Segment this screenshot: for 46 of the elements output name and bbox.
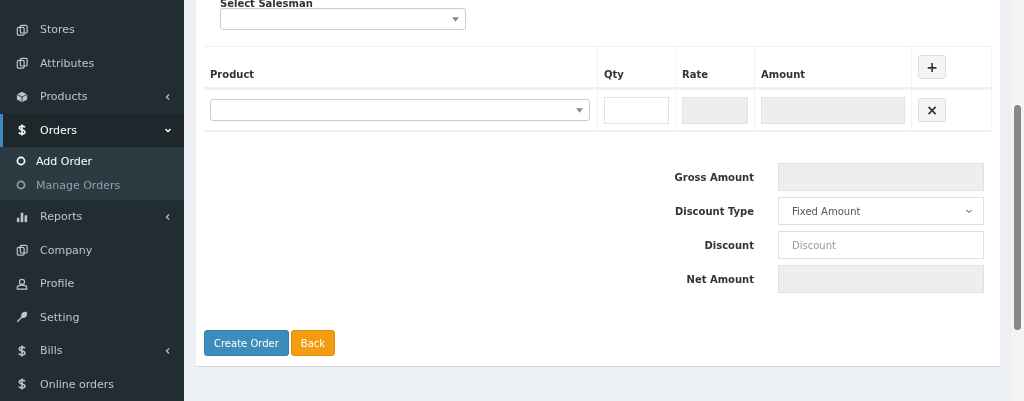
dollar-icon xyxy=(16,344,28,357)
field-label: Net Amount xyxy=(685,273,754,285)
submenu-item[interactable]: Add Order xyxy=(0,149,184,173)
sidebar-item[interactable]: Company xyxy=(0,233,184,267)
sidebar-item[interactable]: Attributes xyxy=(0,46,184,80)
sidebar-item[interactable]: Reports xyxy=(0,200,184,234)
bar-chart-icon xyxy=(16,210,28,223)
column-header: Rate xyxy=(682,69,708,80)
sidebar-item[interactable]: Bills xyxy=(0,334,184,368)
field-label: Gross Amount xyxy=(673,171,754,183)
salesman-select[interactable] xyxy=(220,8,466,30)
create-order-button[interactable]: Create Order xyxy=(204,330,289,356)
scrollbar-thumb[interactable] xyxy=(1014,105,1021,330)
submenu-item[interactable]: Manage Orders xyxy=(0,173,184,197)
column-header: Qty xyxy=(604,69,624,80)
column-header: Product xyxy=(210,69,255,80)
sidebar-item[interactable]: Setting xyxy=(0,300,184,334)
add-row-button[interactable]: + xyxy=(918,55,946,79)
sidebar-item[interactable]: Orders xyxy=(0,113,184,147)
user-icon xyxy=(16,277,28,290)
field-label: Discount Type xyxy=(673,205,754,217)
discount-input[interactable]: Discount xyxy=(778,231,984,259)
copy-icon xyxy=(16,57,28,70)
dollar-icon xyxy=(16,378,28,391)
cube-icon xyxy=(16,90,28,103)
sidebar-item[interactable]: Products xyxy=(0,80,184,114)
column-header: Amount xyxy=(761,69,806,80)
scrollbar[interactable] xyxy=(1012,0,1024,401)
discount-type-select[interactable]: Fixed Amount xyxy=(778,197,984,225)
circle-icon xyxy=(16,156,26,166)
copy-icon xyxy=(16,244,28,257)
copy-icon xyxy=(16,23,28,36)
circle-icon xyxy=(16,180,26,190)
qty-input[interactable] xyxy=(604,96,669,124)
sidebar-item[interactable]: Online orders xyxy=(0,367,184,401)
remove-row-button[interactable]: × xyxy=(918,98,946,122)
sidebar-item[interactable]: Profile xyxy=(0,267,184,301)
field-label: Discount xyxy=(703,239,754,251)
dropdown-arrow-icon xyxy=(576,107,583,113)
dollar-icon xyxy=(16,124,28,137)
product-select[interactable] xyxy=(210,99,590,121)
sidebar-item[interactable]: Stores xyxy=(0,13,184,47)
dropdown-arrow-icon xyxy=(452,16,459,22)
chevron-down-icon xyxy=(965,207,973,215)
rate-field xyxy=(682,96,748,124)
field-label: Select Salesman xyxy=(220,0,314,8)
